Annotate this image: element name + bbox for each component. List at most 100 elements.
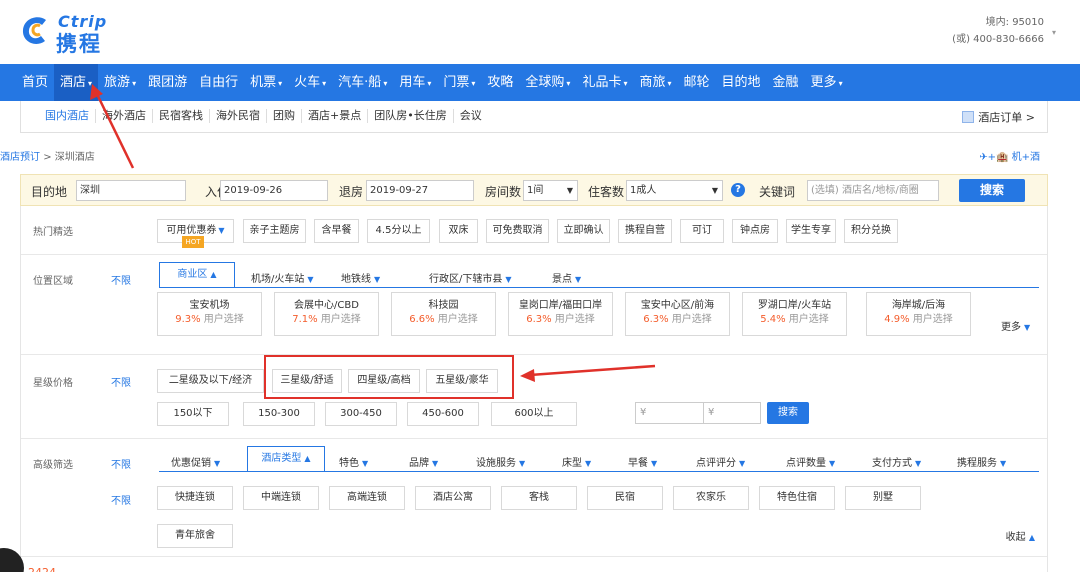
nav-item[interactable]: 攻略	[481, 64, 519, 101]
star-unlimited[interactable]: 不限	[111, 374, 131, 389]
nav-item[interactable]: 更多 ▾	[805, 64, 849, 101]
area-card[interactable]: 宝安中心区/前海 6.3% 用户选择	[625, 292, 730, 336]
subnav-item[interactable]: 海外酒店	[96, 109, 153, 123]
price-range-chip[interactable]: 450-600	[407, 402, 479, 426]
hot-pick-chip[interactable]: 双床	[439, 219, 478, 243]
nav-item[interactable]: 汽车·船 ▾	[332, 64, 393, 101]
advanced-tab[interactable]: 优惠促销 ▼	[171, 454, 220, 469]
hot-pick-chip[interactable]: 立即确认	[557, 219, 610, 243]
advanced-tab[interactable]: 酒店类型 ▲	[247, 446, 325, 472]
hotel-orders-link[interactable]: 酒店订单 >	[962, 109, 1035, 125]
breadcrumb-root[interactable]: 酒店预订	[0, 152, 40, 163]
guests-select[interactable]: 1成人 ▼	[626, 180, 723, 201]
hotel-type-chip[interactable]: 特色住宿	[759, 486, 835, 510]
destination-input[interactable]: 深圳	[76, 180, 186, 201]
area-card[interactable]: 科技园 6.6% 用户选择	[391, 292, 496, 336]
advanced-tab[interactable]: 设施服务 ▼	[476, 454, 525, 469]
hot-pick-chip[interactable]: 4.5分以上	[367, 219, 430, 243]
hot-pick-chip[interactable]: 携程自营	[618, 219, 672, 243]
checkin-input[interactable]: 2019-09-26	[220, 180, 328, 201]
area-card[interactable]: 宝安机场 9.3% 用户选择	[157, 292, 262, 336]
nav-item[interactable]: 火车 ▾	[288, 64, 332, 101]
price-search-button[interactable]: 搜索	[767, 402, 809, 424]
hotel-type-chip[interactable]: 客栈	[501, 486, 577, 510]
subnav-item[interactable]: 团购	[267, 109, 302, 123]
hotel-type-chip[interactable]: 高端连锁	[329, 486, 405, 510]
nav-item[interactable]: 首页	[16, 64, 54, 101]
type-unlimited[interactable]: 不限	[111, 492, 131, 507]
location-tab[interactable]: 行政区/下辖市县 ▼	[429, 270, 512, 285]
price-range-chip[interactable]: 150以下	[157, 402, 229, 426]
hot-pick-chip[interactable]: 可免费取消	[486, 219, 549, 243]
advanced-tab[interactable]: 早餐 ▼	[628, 454, 657, 469]
hotline-dropdown-icon[interactable]: ▾	[1052, 28, 1056, 37]
nav-item[interactable]: 用车 ▾	[393, 64, 437, 101]
rooms-select[interactable]: 1间 ▼	[523, 180, 578, 201]
hotel-type-chip[interactable]: 农家乐	[673, 486, 749, 510]
subnav-item[interactable]: 会议	[454, 109, 488, 123]
hot-pick-chip[interactable]: 含早餐	[314, 219, 359, 243]
nav-item[interactable]: 礼品卡 ▾	[576, 64, 633, 101]
collapse-button[interactable]: 收起 ▲	[1006, 528, 1035, 543]
nav-item[interactable]: 目的地	[716, 64, 767, 101]
nav-item[interactable]: 门票 ▾	[437, 64, 481, 101]
hot-pick-chip[interactable]: 积分兑换	[844, 219, 898, 243]
hotel-type-chip[interactable]: 酒店公寓	[415, 486, 491, 510]
area-card[interactable]: 海岸城/后海 4.9% 用户选择	[866, 292, 971, 336]
advanced-tab[interactable]: 点评数量 ▼	[786, 454, 835, 469]
advanced-unlimited[interactable]: 不限	[111, 456, 131, 471]
nav-item[interactable]: 机票 ▾	[244, 64, 288, 101]
subnav-item[interactable]: 团队房•长住房	[368, 109, 454, 123]
nav-item[interactable]: 酒店 ▾	[54, 64, 99, 101]
location-tab[interactable]: 地铁线 ▼	[341, 270, 380, 285]
checkout-input[interactable]: 2019-09-27	[366, 180, 474, 201]
hot-pick-chip[interactable]: 钟点房	[732, 219, 778, 243]
flight-hotel-link[interactable]: ✈+🏨 机+酒	[979, 148, 1040, 163]
hot-pick-chip[interactable]: 学生专享	[786, 219, 836, 243]
hot-pick-chip[interactable]: 可订	[680, 219, 724, 243]
price-max-input[interactable]: ¥	[703, 402, 761, 424]
subnav-item[interactable]: 民宿客栈	[153, 109, 210, 123]
location-more-button[interactable]: 更多 ▼	[1001, 318, 1030, 333]
hotel-type-chip[interactable]: 青年旅舍	[157, 524, 233, 548]
hotel-type-chip[interactable]: 快捷连锁	[157, 486, 233, 510]
advanced-tab[interactable]: 品牌 ▼	[409, 454, 438, 469]
subnav-item[interactable]: 海外民宿	[210, 109, 267, 123]
area-card[interactable]: 皇岗口岸/福田口岸 6.3% 用户选择	[508, 292, 613, 336]
price-min-input[interactable]: ¥	[635, 402, 705, 424]
star-level-chip[interactable]: 二星级及以下/经济	[157, 369, 264, 393]
nav-item[interactable]: 旅游 ▾	[98, 64, 142, 101]
location-unlimited[interactable]: 不限	[111, 272, 131, 287]
nav-item[interactable]: 邮轮	[678, 64, 716, 101]
nav-item[interactable]: 金融	[767, 64, 805, 101]
nav-item[interactable]: 跟团游	[142, 64, 193, 101]
price-range-chip[interactable]: 300-450	[325, 402, 397, 426]
location-tab[interactable]: 商业区 ▲	[159, 262, 235, 288]
area-card[interactable]: 会展中心/CBD 7.1% 用户选择	[274, 292, 379, 336]
hotel-type-chip[interactable]: 中端连锁	[243, 486, 319, 510]
advanced-tab[interactable]: 特色 ▼	[339, 454, 368, 469]
advanced-tab[interactable]: 携程服务 ▼	[957, 454, 1006, 469]
nav-item[interactable]: 商旅 ▾	[633, 64, 677, 101]
subnav-item[interactable]: 国内酒店	[39, 109, 96, 123]
nav-item-label: 机票	[250, 75, 277, 90]
tab-label: 品牌	[409, 458, 429, 469]
nav-item[interactable]: 全球购 ▾	[519, 64, 576, 101]
hotel-type-chip[interactable]: 民宿	[587, 486, 663, 510]
search-button[interactable]: 搜索	[959, 179, 1025, 202]
nav-item[interactable]: 自由行	[193, 64, 244, 101]
hotel-type-chip[interactable]: 别墅	[845, 486, 921, 510]
location-tab[interactable]: 景点 ▼	[552, 270, 581, 285]
area-card[interactable]: 罗湖口岸/火车站 5.4% 用户选择	[742, 292, 847, 336]
advanced-tab[interactable]: 点评评分 ▼	[696, 454, 745, 469]
keyword-input[interactable]: (选填) 酒店名/地标/商圈	[807, 180, 939, 201]
advanced-tab[interactable]: 床型 ▼	[562, 454, 591, 469]
subnav-item[interactable]: 酒店+景点	[302, 109, 369, 123]
location-tab[interactable]: 机场/火车站 ▼	[251, 270, 314, 285]
hot-pick-chip[interactable]: 亲子主题房	[243, 219, 306, 243]
ctrip-logo[interactable]: Ctrip 携程	[20, 12, 132, 56]
price-range-chip[interactable]: 600以上	[491, 402, 577, 426]
price-range-chip[interactable]: 150-300	[243, 402, 315, 426]
help-icon[interactable]: ?	[731, 183, 745, 197]
advanced-tab[interactable]: 支付方式 ▼	[872, 454, 921, 469]
